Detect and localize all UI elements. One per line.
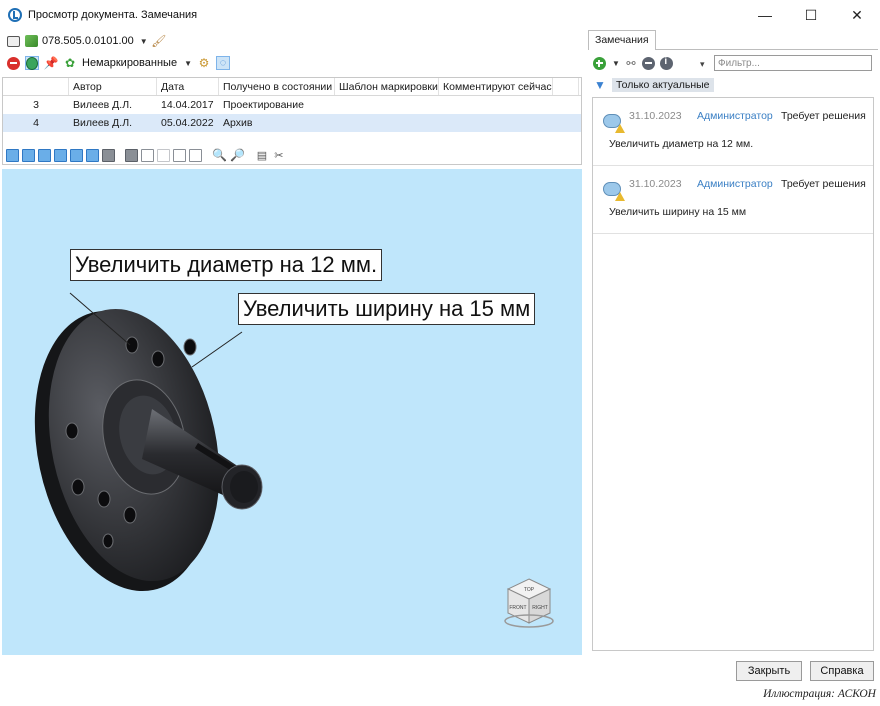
tab-strip: Замечания — [588, 30, 878, 50]
marking-filter-select[interactable]: Немаркированные — [82, 57, 177, 69]
column-header-commenting[interactable]: Комментируют сейчас — [439, 78, 553, 95]
column-header-author[interactable]: Автор — [69, 78, 157, 95]
remark-text: Увеличить ширину на 15 мм — [609, 206, 747, 218]
document-code-selector[interactable]: 078.505.0.0101.00 — [42, 35, 134, 47]
chevron-down-icon[interactable]: ▼ — [184, 59, 192, 68]
view-bottom-icon[interactable] — [102, 148, 115, 162]
delete-icon[interactable] — [6, 56, 20, 70]
column-header[interactable] — [3, 78, 69, 95]
chevron-down-icon[interactable]: ▼ — [612, 59, 620, 68]
row-number: 3 — [33, 99, 39, 111]
remark-status: Требует решения — [781, 178, 866, 190]
remark-status: Требует решения — [781, 110, 866, 122]
app-logo-icon — [8, 8, 22, 22]
camera-icon[interactable] — [6, 34, 20, 48]
shaft-flange-model — [34, 292, 263, 592]
filter-options-icon[interactable]: ▾ — [700, 59, 705, 70]
funnel-icon: ▼ — [594, 78, 606, 92]
view-front-icon[interactable] — [22, 148, 35, 162]
navcube-top-label: TOP — [524, 587, 535, 593]
tab-remarks[interactable]: Замечания — [588, 30, 656, 50]
row-date: 05.04.2022 — [161, 117, 214, 129]
remove-remark-icon[interactable] — [642, 56, 656, 70]
only-actual-label: Только актуальные — [612, 78, 714, 92]
column-header-extra — [553, 78, 579, 95]
outline-icon[interactable] — [189, 148, 202, 162]
view-back-icon[interactable] — [38, 148, 51, 162]
marking-icon: ✿ — [64, 56, 76, 70]
maximize-button[interactable]: ☐ — [788, 0, 834, 30]
table-header: Автор Дата Получено в состоянии Шаблон м… — [3, 78, 581, 96]
remarks-list: 31.10.2023 Администратор Требует решения… — [592, 97, 874, 651]
callout-diameter[interactable]: Увеличить диаметр на 12 мм. — [70, 249, 383, 281]
minimize-button[interactable]: — — [742, 0, 788, 30]
row-number: 4 — [33, 117, 39, 129]
filter-input[interactable] — [714, 55, 872, 71]
view-right-icon[interactable] — [70, 148, 83, 162]
zoom-fit-icon[interactable]: 🔎 — [230, 148, 245, 162]
stamp-icon[interactable]: ⚙ — [197, 56, 211, 70]
marking-toolbar: 📌 ✿ Немаркированные ▼ ⚙ ◌ — [0, 52, 586, 74]
navcube-right-label: RIGHT — [532, 605, 548, 611]
warning-icon — [615, 192, 625, 201]
shaded-edges-icon[interactable] — [141, 148, 154, 162]
view-left-icon[interactable] — [54, 148, 67, 162]
title-bar: Просмотр документа. Замечания — ☐ ✕ — [0, 0, 880, 30]
assembly-cube-icon — [24, 34, 38, 48]
zoom-in-icon[interactable]: 🔍 — [212, 148, 227, 162]
row-author: Вилеев Д.Л. — [73, 99, 133, 111]
remark-date: 31.10.2023 — [629, 178, 682, 190]
link-icon[interactable]: ⚯ — [624, 56, 638, 70]
comment-bubble-icon[interactable]: ◌ — [216, 56, 230, 70]
help-button[interactable]: Справка — [810, 661, 874, 681]
view-toolbar: 🔍 🔎 ▤ ✂ — [0, 144, 586, 166]
remarks-panel: Замечания ▼ ⚯ ▾ ▼ Только актуальные 31.1… — [588, 30, 878, 656]
pin-icon[interactable]: 📌 — [44, 56, 59, 70]
remark-date: 31.10.2023 — [629, 110, 682, 122]
navigation-cube[interactable]: TOP FRONT RIGHT — [502, 575, 556, 631]
document-toolbar: 078.505.0.0101.00 ▼ 🖌 — [0, 30, 586, 52]
navcube-front-label: FRONT — [509, 605, 526, 611]
remark-author[interactable]: Администратор — [697, 178, 773, 190]
warning-icon — [615, 124, 625, 133]
window-title: Просмотр документа. Замечания — [28, 9, 198, 21]
wireframe-icon[interactable] — [157, 148, 170, 162]
row-date: 14.04.2017 — [161, 99, 214, 111]
only-actual-filter[interactable]: ▼ Только актуальные — [594, 78, 714, 92]
view-iso-icon[interactable] — [6, 148, 19, 162]
hidden-lines-icon[interactable] — [173, 148, 186, 162]
remark-text: Увеличить диаметр на 12 мм. — [609, 138, 754, 150]
column-header-state[interactable]: Получено в состоянии — [219, 78, 335, 95]
shaded-icon[interactable] — [125, 148, 138, 162]
row-state: Архив — [223, 117, 253, 129]
view-top-icon[interactable] — [86, 148, 99, 162]
close-button[interactable]: Закрыть — [736, 661, 802, 681]
3d-viewport[interactable]: Увеличить диаметр на 12 мм. Увеличить ши… — [2, 169, 582, 655]
table-row[interactable]: 3 Вилеев Д.Л. 14.04.2017 Проектирование — [3, 96, 581, 114]
callout-width[interactable]: Увеличить ширину на 15 мм — [238, 293, 536, 325]
window-controls: — ☐ ✕ — [742, 0, 880, 30]
remark-item[interactable]: 31.10.2023 Администратор Требует решения… — [593, 100, 873, 166]
brush-icon[interactable]: 🖌 — [151, 34, 166, 48]
row-author: Вилеев Д.Л. — [73, 117, 133, 129]
info-icon[interactable] — [660, 56, 674, 70]
dialog-footer: Закрыть Справка — [0, 656, 880, 686]
close-window-button[interactable]: ✕ — [834, 0, 880, 30]
table-row-selected[interactable]: 4 Вилеев Д.Л. 05.04.2022 Архив — [3, 114, 581, 132]
image-caption: Иллюстрация: АСКОН — [763, 688, 876, 700]
remark-author[interactable]: Администратор — [697, 110, 773, 122]
column-header-template[interactable]: Шаблон маркировки — [335, 78, 439, 95]
remark-item[interactable]: 31.10.2023 Администратор Требует решения… — [593, 168, 873, 234]
add-remark-icon[interactable] — [592, 56, 606, 70]
properties-icon[interactable]: ▤ — [255, 148, 269, 162]
measure-icon[interactable]: ✂ — [272, 148, 286, 162]
row-state: Проектирование — [223, 99, 304, 111]
document-panel: 078.505.0.0101.00 ▼ 🖌 📌 ✿ Немаркированны… — [0, 30, 586, 656]
column-header-date[interactable]: Дата — [157, 78, 219, 95]
globe-icon[interactable] — [25, 56, 39, 70]
chevron-down-icon[interactable]: ▼ — [140, 37, 148, 46]
